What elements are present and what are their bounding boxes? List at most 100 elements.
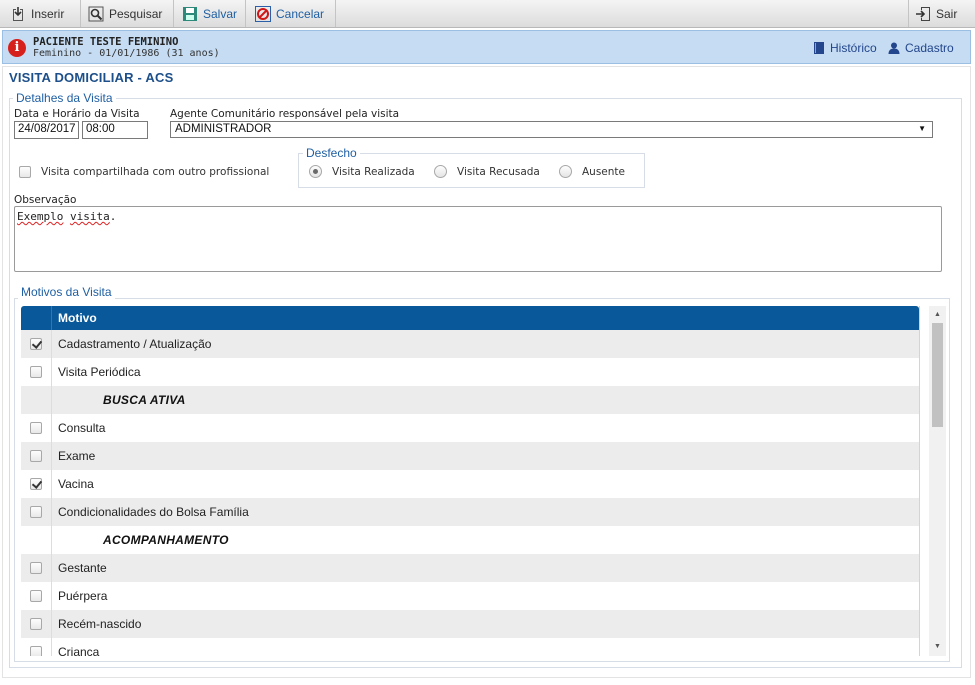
exit-icon <box>915 6 931 22</box>
table-row[interactable]: Condicionalidades do Bolsa Família <box>21 498 919 526</box>
outcome-legend: Desfecho <box>303 146 360 160</box>
checkbox-cell <box>21 498 52 526</box>
exit-button[interactable]: Sair <box>908 0 970 27</box>
reason-checkbox[interactable] <box>30 506 42 518</box>
reason-checkbox[interactable] <box>30 422 42 434</box>
radio-visit-refused-label: Visita Recusada <box>457 166 540 178</box>
vertical-scrollbar[interactable]: ▲ ▼ <box>929 306 946 656</box>
patient-info: Feminino - 01/01/1986 (31 anos) <box>33 48 220 59</box>
radio-absent-label: Ausente <box>582 166 625 178</box>
register-label: Cadastro <box>905 41 954 55</box>
section-label: ACOMPANHAMENTO <box>103 533 229 547</box>
checkbox-cell <box>21 414 52 442</box>
shared-visit-label: Visita compartilhada com outro profissio… <box>41 166 270 178</box>
reason-checkbox[interactable] <box>30 646 42 656</box>
search-label: Pesquisar <box>109 6 163 21</box>
register-link[interactable]: Cadastro <box>888 41 954 55</box>
shared-visit-checkbox[interactable] <box>19 166 31 178</box>
checkbox-cell <box>21 386 52 414</box>
table-row[interactable]: Criança <box>21 638 919 656</box>
reason-checkbox[interactable] <box>30 338 42 350</box>
reason-checkbox[interactable] <box>30 366 42 378</box>
save-label: Salvar <box>203 6 238 21</box>
table-section-row: BUSCA ATIVA <box>21 386 919 414</box>
radio-visit-done-label: Visita Realizada <box>332 166 415 178</box>
time-input[interactable]: 08:00 <box>82 121 148 139</box>
page-title: VISITA DOMICILIAR - ACS <box>9 70 178 85</box>
date-input[interactable]: 24/08/2017 <box>14 121 79 139</box>
reasons-table: Motivo Cadastramento / Atualização Visita… <box>21 306 920 656</box>
observation-word-2: visita <box>69 210 110 223</box>
save-icon <box>182 6 198 22</box>
observation-label: Observação <box>14 194 77 206</box>
agent-select-value: ADMINISTRADOR <box>175 123 272 135</box>
observation-textarea[interactable]: Exemplo visita. <box>14 206 942 272</box>
reason-checkbox[interactable] <box>30 478 42 490</box>
insert-label: Inserir <box>31 6 65 21</box>
checkbox-cell <box>21 358 52 386</box>
table-row[interactable]: Recém-nascido <box>21 610 919 638</box>
reason-label: Puérpera <box>58 589 108 603</box>
checkbox-cell <box>21 610 52 638</box>
checkbox-cell <box>21 470 52 498</box>
book-icon <box>813 42 825 54</box>
checkbox-cell <box>21 554 52 582</box>
cancel-button[interactable]: Cancelar <box>249 0 336 27</box>
table-row[interactable]: Consulta <box>21 414 919 442</box>
table-row[interactable]: Cadastramento / Atualização <box>21 330 919 358</box>
section-label: BUSCA ATIVA <box>103 393 186 407</box>
save-button[interactable]: Salvar <box>176 0 246 27</box>
observation-tail: . <box>109 210 117 223</box>
cancel-icon <box>255 5 271 22</box>
datetime-label: Data e Horário da Visita <box>14 108 140 120</box>
cancel-label: Cancelar <box>276 6 325 21</box>
checkbox-cell <box>21 442 52 470</box>
radio-visit-done[interactable] <box>309 165 322 178</box>
reason-label: Cadastramento / Atualização <box>58 337 212 351</box>
history-link[interactable]: Histórico <box>813 41 877 55</box>
checkbox-cell <box>21 638 52 656</box>
scroll-thumb[interactable] <box>932 323 943 427</box>
reason-checkbox[interactable] <box>30 590 42 602</box>
table-row[interactable]: Gestante <box>21 554 919 582</box>
reason-checkbox[interactable] <box>30 562 42 574</box>
dropdown-arrow-icon: ▼ <box>918 124 926 133</box>
checkbox-cell <box>21 526 52 554</box>
search-button[interactable]: Pesquisar <box>82 0 174 27</box>
scroll-up-icon[interactable]: ▲ <box>929 308 946 322</box>
agent-label: Agente Comunitário responsável pela visi… <box>170 108 400 120</box>
reason-label: Recém-nascido <box>58 617 142 631</box>
search-icon <box>88 6 104 22</box>
radio-visit-refused[interactable] <box>434 165 447 178</box>
reason-label: Condicionalidades do Bolsa Família <box>58 505 249 519</box>
table-row[interactable]: Exame <box>21 442 919 470</box>
header-checkbox-column <box>21 306 52 330</box>
patient-name: PACIENTE TESTE FEMININO <box>33 36 179 48</box>
radio-absent[interactable] <box>559 165 572 178</box>
agent-select[interactable]: ADMINISTRADOR ▼ <box>170 121 933 138</box>
patient-bar: i PACIENTE TESTE FEMININO Feminino - 01/… <box>2 30 971 64</box>
alert-icon: i <box>8 39 26 57</box>
details-legend: Detalhes da Visita <box>13 91 116 105</box>
reason-label: Gestante <box>58 561 107 575</box>
header-reason: Motivo <box>58 311 97 325</box>
user-icon <box>888 42 900 54</box>
table-row[interactable]: Vacina <box>21 470 919 498</box>
table-row[interactable]: Puérpera <box>21 582 919 610</box>
reason-checkbox[interactable] <box>30 450 42 462</box>
observation-word-1: Exemplo <box>17 210 64 223</box>
table-section-row: ACOMPANHAMENTO <box>21 526 919 554</box>
reason-label: Vacina <box>58 477 94 491</box>
insert-button[interactable]: Inserir <box>4 0 81 27</box>
reason-label: Visita Periódica <box>58 365 141 379</box>
insert-icon <box>10 6 26 22</box>
exit-label: Sair <box>936 6 958 21</box>
reason-label: Exame <box>58 449 96 463</box>
reason-checkbox[interactable] <box>30 618 42 630</box>
table-body: Cadastramento / Atualização Visita Periód… <box>21 330 919 656</box>
scroll-down-icon[interactable]: ▼ <box>929 640 946 654</box>
reason-label: Criança <box>58 645 100 656</box>
table-row[interactable]: Visita Periódica <box>21 358 919 386</box>
reasons-legend: Motivos da Visita <box>18 285 115 299</box>
checkbox-cell <box>21 582 52 610</box>
